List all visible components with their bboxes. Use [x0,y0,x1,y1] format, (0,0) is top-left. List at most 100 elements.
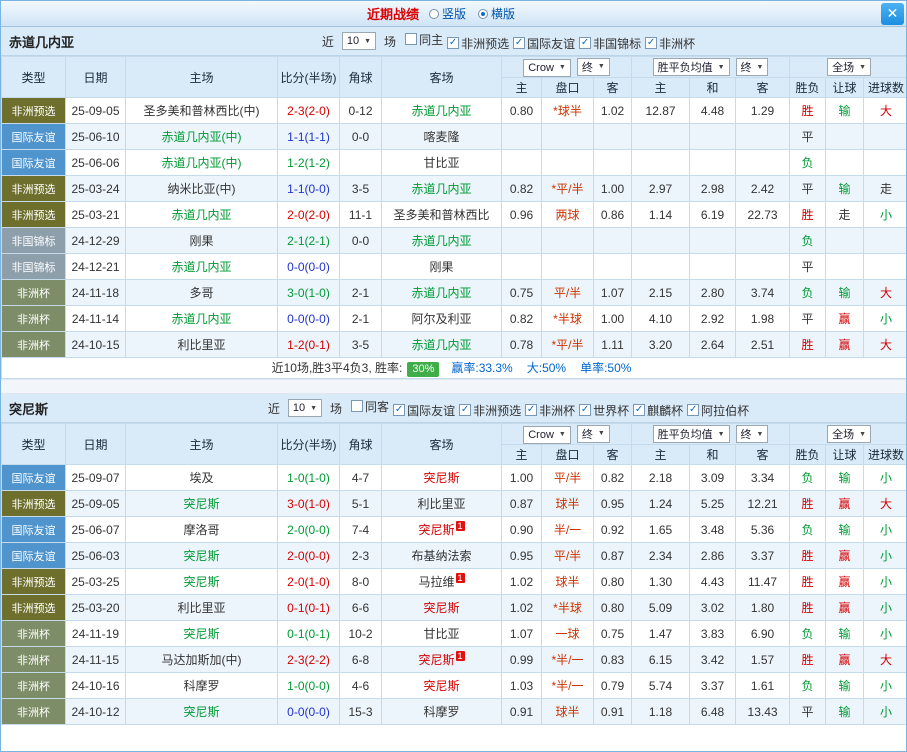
match-result: 胜 [789,331,827,358]
asian-away-odds: 0.95 [592,490,633,517]
away-team[interactable]: 圣多美和普林西比 [393,208,489,222]
home-team[interactable]: 突尼斯 [183,705,219,719]
chevron-down-icon: ▼ [717,430,725,438]
away-team-cell: 赤道几内亚 [381,97,502,124]
filter-checkbox[interactable]: ✓ 国际友谊 [513,35,575,52]
away-team[interactable]: 喀麦隆 [423,130,459,144]
away-team-cell: 突尼斯 1 [381,516,502,543]
home-team[interactable]: 赤道几内亚 [171,260,231,274]
home-team[interactable]: 突尼斯 [183,549,219,563]
away-team[interactable]: 阿尔及利亚 [411,312,471,326]
home-team[interactable]: 摩洛哥 [183,523,219,537]
filter-checkbox[interactable]: 同主 [405,31,443,48]
away-team[interactable]: 赤道几内亚 [411,104,471,118]
filter-checkbox[interactable]: ✓ 非国锦标 [579,35,641,52]
dropdown-全场[interactable]: 全场 ▼ [827,425,872,443]
home-team[interactable]: 纳米比亚(中) [168,182,236,196]
dropdown-胜平负均值[interactable]: 胜平负均值 ▼ [652,58,730,76]
dropdown-终[interactable]: 终 ▼ [735,58,769,76]
asian-away-odds [592,123,633,150]
match-date: 24-10-15 [65,331,126,358]
column-subheader: 客 [592,444,633,465]
filter-checkbox[interactable]: ✓ 国际友谊 [393,402,455,419]
close-button[interactable]: ✕ [881,2,904,25]
home-team[interactable]: 突尼斯 [183,627,219,641]
match-row: 国际友谊 25-06-06 赤道几内亚(中) 1-2(1-2) 甘比亚 负 [1,149,906,176]
away-team[interactable]: 赤道几内亚 [411,338,471,352]
away-team[interactable]: 突尼斯 [423,471,459,485]
matches-label: 场 [384,34,397,49]
away-team[interactable]: 刚果 [429,260,453,274]
away-team[interactable]: 甘比亚 [423,156,459,170]
home-team[interactable]: 马达加斯加(中) [162,653,242,667]
away-team[interactable]: 布基纳法索 [411,549,471,563]
filter-checkbox[interactable]: ✓ 非洲预选 [459,402,521,419]
match-count-select[interactable]: 10 ▼ [287,399,323,417]
asian-home-odds: 1.03 [501,672,542,699]
handicap-result: 赢 [825,568,865,595]
away-team[interactable]: 赤道几内亚 [411,182,471,196]
score-cell: 0-1(0-1) [277,594,340,621]
away-team[interactable]: 突尼斯 [418,653,454,667]
match-result: 胜 [789,201,827,228]
dropdown-终[interactable]: 终 ▼ [576,57,610,76]
home-team[interactable]: 赤道几内亚 [171,208,231,222]
away-team[interactable]: 突尼斯 [423,679,459,693]
dropdown-终[interactable]: 终 ▼ [735,425,769,443]
column-header: 角球 [339,56,382,98]
score: 2-1(2-1) [287,233,330,248]
asian-handicap-line: *球半 [541,97,594,124]
match-count-select[interactable]: 10 ▼ [341,32,377,50]
asian-away-odds: 0.82 [592,464,633,491]
asian-home-odds: 1.07 [501,620,542,647]
column-header: 类型 [1,56,66,98]
away-team[interactable]: 突尼斯 [418,523,454,537]
home-team[interactable]: 埃及 [189,471,213,485]
away-team[interactable]: 利比里亚 [417,497,465,511]
home-team[interactable]: 赤道几内亚(中) [162,130,242,144]
home-team[interactable]: 利比里亚 [177,338,225,352]
score-cell: 2-1(2-1) [277,227,340,254]
filter-checkbox[interactable]: ✓ 阿拉伯杯 [687,402,749,419]
away-team[interactable]: 甘比亚 [423,627,459,641]
column-subheader: 客 [735,444,791,465]
radio-label: 竖版 [441,7,466,21]
home-team[interactable]: 科摩罗 [183,679,219,693]
filter-checkbox[interactable]: ✓ 非洲预选 [447,35,509,52]
filter-checkbox[interactable]: ✓ 非洲杯 [645,35,695,52]
dropdown-胜平负均值[interactable]: 胜平负均值 ▼ [652,425,730,443]
euro-draw-odds: 5.25 [689,490,737,517]
filter-checkbox[interactable]: 同客 [351,398,389,415]
checkbox-icon: ✓ [633,404,646,416]
away-team[interactable]: 赤道几内亚 [411,286,471,300]
away-team[interactable]: 科摩罗 [423,705,459,719]
home-team[interactable]: 赤道几内亚(中) [162,156,242,170]
home-team[interactable]: 突尼斯 [183,497,219,511]
dropdown-全场[interactable]: 全场 ▼ [827,58,872,76]
titlebar-center: 近期战绩 竖版 横版 [1,4,881,23]
filter-checkbox[interactable]: ✓ 麒麟杯 [633,402,683,419]
dropdown-Crow[interactable]: Crow ▼ [523,58,571,77]
match-type-cell: 非洲杯 [1,646,66,673]
away-team[interactable]: 马拉维 [418,575,454,589]
filter-checkbox[interactable]: ✓ 非洲杯 [525,402,575,419]
home-team[interactable]: 赤道几内亚 [171,312,231,326]
away-team[interactable]: 突尼斯 [423,601,459,615]
match-row: 非洲杯 24-11-14 赤道几内亚 0-0(0-0) 2-1 阿尔及利亚 0.82 *半球 1… [1,305,906,332]
home-team[interactable]: 突尼斯 [183,575,219,589]
score-cell: 1-0(0-0) [277,672,340,699]
layout-radio-横版[interactable]: 横版 [478,5,515,22]
checkbox-icon: ✓ [447,37,460,49]
score: 0-1(0-1) [287,600,330,615]
home-team[interactable]: 利比里亚 [177,601,225,615]
match-date: 25-03-20 [65,594,126,621]
filter-checkbox[interactable]: ✓ 世界杯 [579,402,629,419]
layout-radio-竖版[interactable]: 竖版 [428,5,466,22]
dropdown-Crow[interactable]: Crow ▼ [523,425,571,444]
section-divider [1,379,906,394]
home-team[interactable]: 圣多美和普林西比(中) [144,104,260,118]
dropdown-终[interactable]: 终 ▼ [576,424,610,443]
home-team[interactable]: 刚果 [189,234,213,248]
home-team[interactable]: 多哥 [189,286,213,300]
away-team[interactable]: 赤道几内亚 [411,234,471,248]
